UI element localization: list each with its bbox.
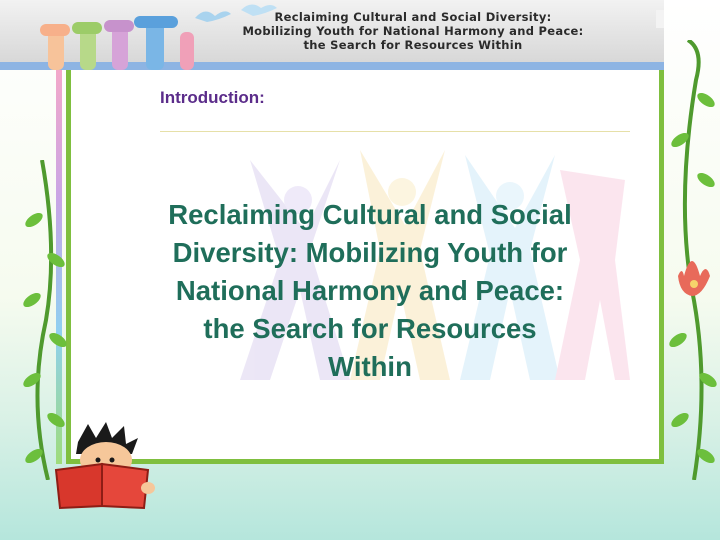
title-line: Reclaiming Cultural and Social <box>168 199 572 230</box>
child-reading-icon <box>54 422 155 510</box>
title-line: Within <box>328 351 412 382</box>
banner-line: Reclaiming Cultural and Social Diversity… <box>274 10 552 24</box>
title-line: National Harmony and Peace: <box>175 275 565 306</box>
heading-divider <box>160 131 630 132</box>
slide: Reclaiming Cultural and Social Diversity… <box>0 0 720 540</box>
slide-heading: Introduction: <box>160 88 265 107</box>
page-corner <box>656 10 664 28</box>
title-line: the Search for Resources <box>203 313 537 344</box>
banner-line: Mobilizing Youth for National Harmony an… <box>242 24 584 38</box>
title-line: Diversity: Mobilizing Youth for <box>172 237 568 268</box>
slide-title: Reclaiming Cultural and Social Diversity… <box>120 196 620 386</box>
banner-title: Reclaiming Cultural and Social Diversity… <box>198 10 628 52</box>
vine-icon <box>669 40 717 480</box>
banner-line: the Search for Resources Within <box>303 38 523 52</box>
